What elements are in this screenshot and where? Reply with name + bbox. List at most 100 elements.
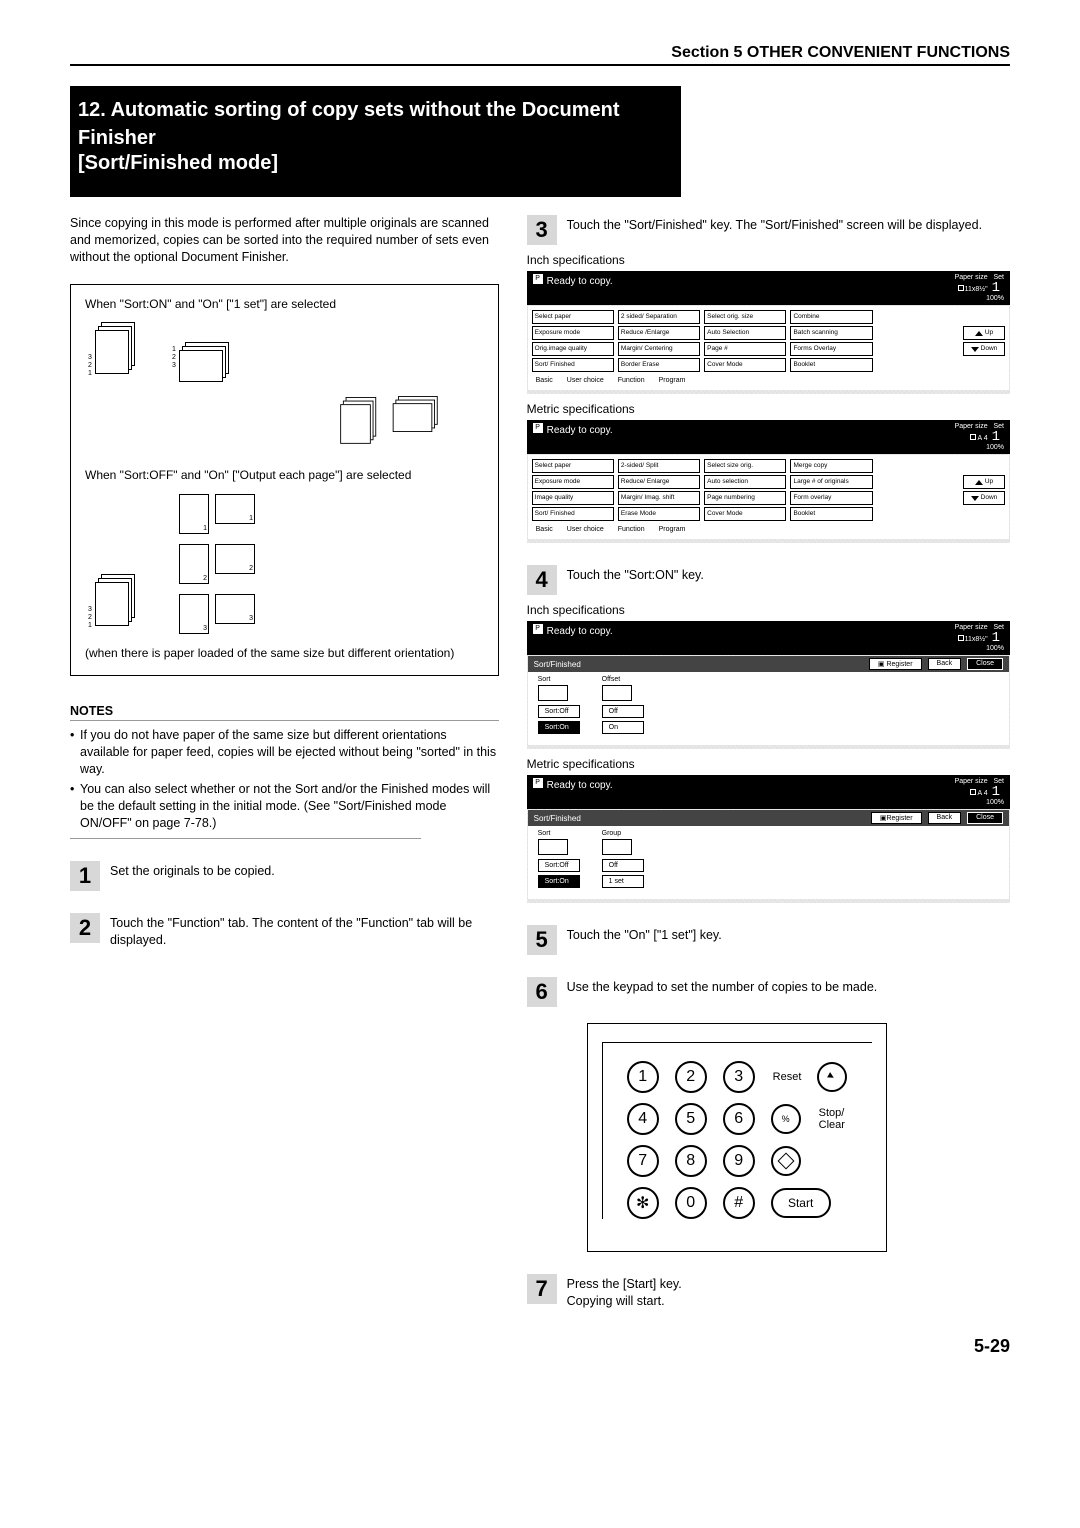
fn-erase-mode[interactable]: Erase Mode [618, 507, 700, 521]
tab-user-choice[interactable]: User choice [567, 526, 604, 533]
diamond-button[interactable] [771, 1146, 801, 1176]
page-number: 5-29 [70, 1336, 1010, 1357]
divider [70, 720, 499, 721]
fn-auto-selection[interactable]: Auto selection [704, 475, 786, 489]
fn-2sided[interactable]: 2 sided/ Separation [618, 310, 700, 324]
output-pair-icon: 11 [179, 494, 255, 534]
keypad-9[interactable]: 9 [723, 1145, 755, 1177]
keypad-2[interactable]: 2 [675, 1061, 707, 1093]
fn-2sided-split[interactable]: 2-sided/ Split [618, 459, 700, 473]
triangle-down-icon [971, 347, 979, 352]
ready-label: Ready to copy. [547, 276, 613, 287]
group-off-button[interactable]: Off [602, 859, 644, 872]
output-stack-icon [392, 396, 441, 432]
sort-finished-title: Sort/Finished [534, 660, 581, 669]
close-button[interactable]: Close [967, 812, 1003, 824]
diamond-icon [777, 1153, 794, 1170]
keypad-1[interactable]: 1 [627, 1061, 659, 1093]
fn-select-paper[interactable]: Select paper [532, 459, 614, 473]
step-2-text: Touch the "Function" tab. The content of… [110, 913, 499, 949]
keypad-7[interactable]: 7 [627, 1145, 659, 1177]
note-item: If you do not have paper of the same siz… [70, 727, 499, 778]
title-sub: [Sort/Finished mode] [78, 152, 673, 175]
fn-margin-centering[interactable]: Margin/ Centering [618, 342, 700, 356]
step-number-7: 7 [527, 1274, 557, 1304]
sort-finished-title: Sort/Finished [534, 814, 581, 823]
fn-sort-finished[interactable]: Sort/ Finished [532, 507, 614, 521]
back-button[interactable]: Back [928, 812, 962, 824]
fn-exposure[interactable]: Exposure mode [532, 475, 614, 489]
tab-program[interactable]: Program [659, 377, 686, 384]
fn-booklet[interactable]: Booklet [790, 507, 872, 521]
step-number-5: 5 [527, 925, 557, 955]
fn-page-numbering[interactable]: Page numbering [704, 491, 786, 505]
group-1set-button[interactable]: 1 set [602, 875, 644, 888]
fn-border-erase[interactable]: Border Erase [618, 358, 700, 372]
spec-label-inch: Inch specifications [527, 253, 1010, 267]
keypad-8[interactable]: 8 [675, 1145, 707, 1177]
fn-select-size-orig[interactable]: Select size orig. [704, 459, 786, 473]
keypad-0[interactable]: 0 [675, 1187, 707, 1219]
tab-basic[interactable]: Basic [536, 377, 553, 384]
fn-select-orig-size[interactable]: Select orig. size [704, 310, 786, 324]
sort-off-button[interactable]: Sort:Off [538, 705, 580, 718]
fn-combine[interactable]: Combine [790, 310, 872, 324]
scroll-down-button[interactable]: Down [963, 491, 1005, 505]
reset-button[interactable] [817, 1062, 847, 1092]
keypad-6[interactable]: 6 [723, 1103, 755, 1135]
fn-reduce-enlarge[interactable]: Reduce /Enlarge [618, 326, 700, 340]
paper-size-label: Paper size [955, 274, 988, 281]
set-count: 1 [988, 784, 1004, 800]
fn-forms-overlay[interactable]: Forms Overlay [790, 342, 872, 356]
fn-form-overlay[interactable]: Form overlay [790, 491, 872, 505]
tab-program[interactable]: Program [659, 526, 686, 533]
fn-page-number[interactable]: Page # [704, 342, 786, 356]
start-button[interactable]: Start [771, 1188, 831, 1218]
tab-function[interactable]: Function [618, 526, 645, 533]
fn-exposure[interactable]: Exposure mode [532, 326, 614, 340]
fn-auto-selection[interactable]: Auto Selection [704, 326, 786, 340]
keypad-4[interactable]: 4 [627, 1103, 659, 1135]
stop-clear-button[interactable]: % [771, 1104, 801, 1134]
scroll-down-button[interactable]: Down [963, 342, 1005, 356]
register-button[interactable]: ▣ Register [869, 658, 922, 670]
fn-reduce-enlarge[interactable]: Reduce/ Enlarge [618, 475, 700, 489]
sort-off-button[interactable]: Sort:Off [538, 859, 580, 872]
fn-booklet[interactable]: Booklet [790, 358, 872, 372]
tab-basic[interactable]: Basic [536, 526, 553, 533]
fn-image-quality[interactable]: Orig.image quality [532, 342, 614, 356]
back-button[interactable]: Back [928, 658, 962, 670]
step-5-text: Touch the "On" ["1 set"] key. [567, 925, 722, 944]
keypad-illustration: 1 2 3 Reset 4 5 6 % Stop/ Clear 7 8 9 [587, 1023, 887, 1252]
keypad-3[interactable]: 3 [723, 1061, 755, 1093]
offset-off-button[interactable]: Off [602, 705, 644, 718]
keypad-star[interactable]: ✻ [627, 1187, 659, 1219]
fn-sort-finished[interactable]: Sort/ Finished [532, 358, 614, 372]
fn-cover-mode[interactable]: Cover Mode [704, 358, 786, 372]
paper-size-value: A 4 [977, 435, 987, 442]
keypad-hash[interactable]: # [723, 1187, 755, 1219]
tab-user-choice[interactable]: User choice [567, 377, 604, 384]
sort-on-button[interactable]: Sort:On [538, 875, 580, 888]
keypad-5[interactable]: 5 [675, 1103, 707, 1135]
step-number-4: 4 [527, 565, 557, 595]
scroll-up-button[interactable]: Up [963, 326, 1005, 340]
sort-on-button[interactable]: Sort:On [538, 721, 580, 734]
fn-merge-copy[interactable]: Merge copy [790, 459, 872, 473]
fn-image-quality[interactable]: Image quality [532, 491, 614, 505]
fn-select-paper[interactable]: Select paper [532, 310, 614, 324]
fn-margin-shift[interactable]: Margin/ Imag. shift [618, 491, 700, 505]
register-button[interactable]: ▣Register [871, 812, 922, 824]
set-count: 1 [988, 429, 1004, 445]
close-button[interactable]: Close [967, 658, 1003, 670]
header-rule [70, 64, 1010, 66]
fn-cover-mode[interactable]: Cover Mode [704, 507, 786, 521]
scroll-up-button[interactable]: Up [963, 475, 1005, 489]
fn-large-originals[interactable]: Large # of originals [790, 475, 872, 489]
triangle-up-icon [975, 480, 983, 485]
offset-on-button[interactable]: On [602, 721, 644, 734]
diagram-caption-2: When "Sort:OFF" and "On" ["Output each p… [85, 468, 484, 484]
tab-function[interactable]: Function [618, 377, 645, 384]
fn-batch-scanning[interactable]: Batch scanning [790, 326, 872, 340]
original-stack-icon: 321 [95, 322, 139, 382]
